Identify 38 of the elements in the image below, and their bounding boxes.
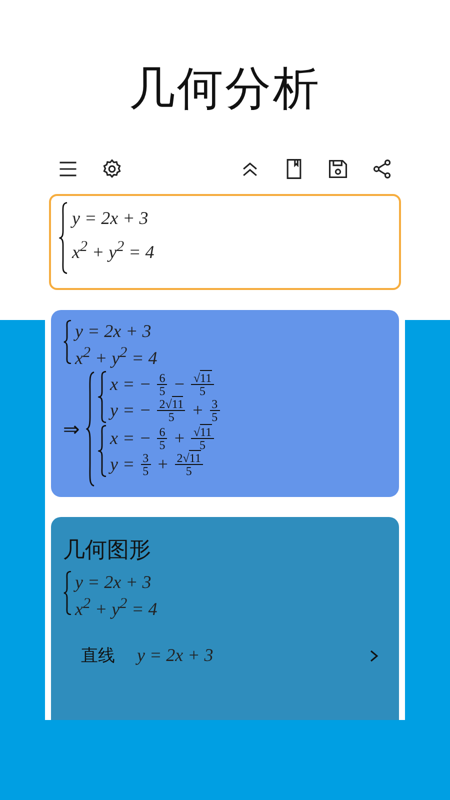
equation: y = 2x + 3 — [72, 208, 150, 229]
curly-brace-icon — [98, 371, 107, 423]
equation: y = 2x + 3 — [137, 645, 214, 666]
fraction: 3 5 — [140, 452, 151, 476]
math-text: y = — [110, 454, 135, 474]
curly-brace-icon — [63, 571, 72, 615]
fraction: √11 5 — [191, 426, 214, 450]
curly-brace-icon — [63, 320, 72, 364]
curly-brace-icon — [98, 425, 107, 477]
fraction: 6 5 — [157, 426, 168, 450]
shape-label[interactable]: 直线 — [81, 644, 115, 667]
curly-brace-icon — [59, 202, 68, 274]
equation: x$^{2}$ + y$^{2}$ = 4 — [75, 344, 158, 369]
math-text: + — [191, 400, 204, 420]
save-icon[interactable] — [327, 158, 349, 180]
equation: x$^{2}$ + y$^{2}$ = 4 — [75, 595, 158, 620]
equation-input-field[interactable]: y = 2x + 3 x$^{2}$ + y$^{2}$ = 4 — [49, 194, 401, 290]
chevron-right-icon[interactable] — [369, 648, 379, 662]
equation: y = 2x + 3 — [75, 571, 152, 593]
page-title: 几何分析 — [128, 60, 322, 117]
section-heading: 几何图形 — [63, 537, 152, 565]
math-text: y = − — [110, 400, 152, 420]
equation: x$^{2}$ + y$^{2}$ = 4 — [72, 239, 154, 263]
fraction: √11 5 — [191, 372, 214, 396]
fraction: 3 5 — [210, 398, 220, 422]
settings-icon[interactable] — [101, 158, 123, 180]
fraction: 2√11 5 — [174, 452, 203, 476]
share-icon[interactable] — [371, 158, 393, 180]
curly-brace-icon — [86, 371, 95, 487]
math-text: + — [156, 454, 169, 474]
equation: y = 2x + 3 — [75, 320, 152, 342]
math-text: − — [173, 374, 186, 394]
math-text: + — [173, 428, 186, 448]
math-text: x = − — [110, 374, 152, 394]
math-text: x = − — [110, 428, 152, 448]
fraction: 6 5 — [157, 372, 168, 396]
implies-arrow: ⇒ — [63, 418, 80, 442]
fraction: 2√11 5 — [157, 398, 186, 422]
